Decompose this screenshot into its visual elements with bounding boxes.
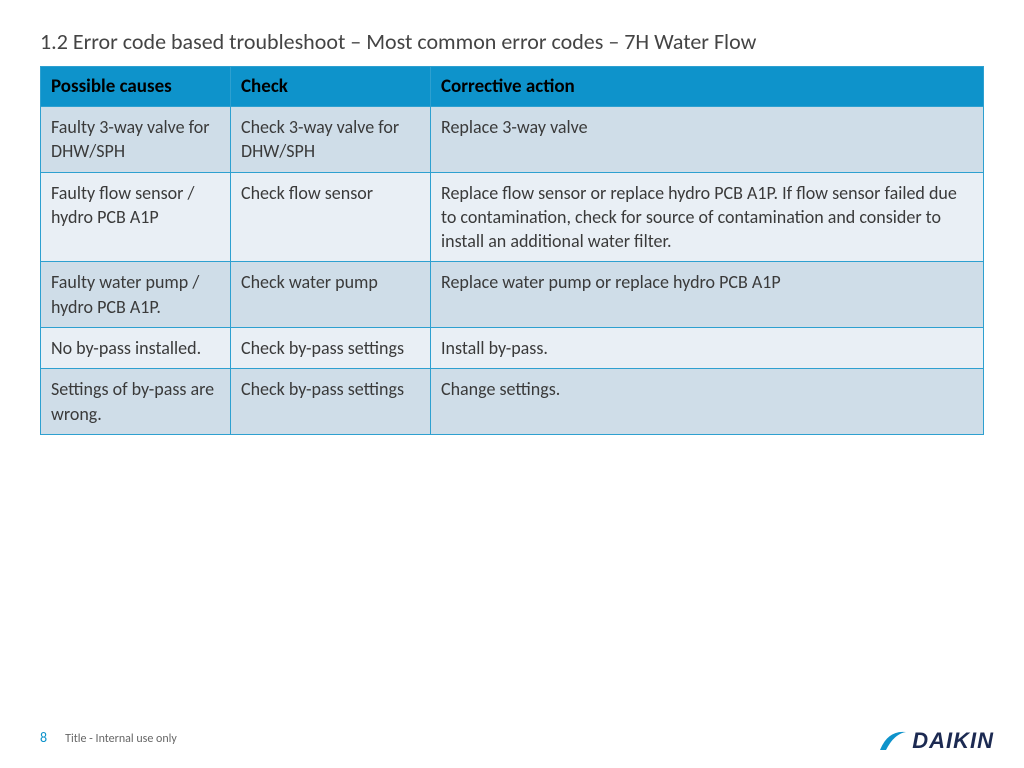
header-possible-causes: Possible causes — [41, 67, 231, 107]
cell-cause: Faulty 3-way valve for DHW/SPH — [41, 107, 231, 173]
troubleshoot-table: Possible causes Check Corrective action … — [40, 66, 984, 435]
cell-check: Check water pump — [231, 262, 431, 328]
cell-check: Check 3-way valve for DHW/SPH — [231, 107, 431, 173]
table-row: Faulty 3-way valve for DHW/SPH Check 3-w… — [41, 107, 984, 173]
table-row: Settings of by-pass are wrong. Check by-… — [41, 369, 984, 435]
table-row: No by-pass installed. Check by-pass sett… — [41, 328, 984, 369]
cell-check: Check by-pass settings — [231, 369, 431, 435]
troubleshoot-table-wrap: Possible causes Check Corrective action … — [40, 66, 984, 435]
slide: 1.2 Error code based troubleshoot – Most… — [0, 0, 1024, 768]
daikin-swoosh-icon — [878, 728, 908, 754]
cell-action: Replace 3-way valve — [431, 107, 984, 173]
cell-cause: No by-pass installed. — [41, 328, 231, 369]
cell-cause: Faulty flow sensor / hydro PCB A1P — [41, 172, 231, 262]
cell-action: Change settings. — [431, 369, 984, 435]
header-corrective-action: Corrective action — [431, 67, 984, 107]
brand-logo: DAIKIN — [878, 728, 994, 754]
table-header-row: Possible causes Check Corrective action — [41, 67, 984, 107]
page-number: 8 — [40, 729, 47, 746]
logo-text: DAIKIN — [912, 728, 994, 754]
table-row: Faulty flow sensor / hydro PCB A1P Check… — [41, 172, 984, 262]
table-row: Faulty water pump / hydro PCB A1P. Check… — [41, 262, 984, 328]
cell-cause: Faulty water pump / hydro PCB A1P. — [41, 262, 231, 328]
footer: 8 Title - Internal use only — [40, 729, 177, 746]
footer-text: Title - Internal use only — [65, 732, 177, 746]
cell-check: Check flow sensor — [231, 172, 431, 262]
header-check: Check — [231, 67, 431, 107]
cell-action: Replace water pump or replace hydro PCB … — [431, 262, 984, 328]
cell-cause: Settings of by-pass are wrong. — [41, 369, 231, 435]
cell-check: Check by-pass settings — [231, 328, 431, 369]
cell-action: Install by-pass. — [431, 328, 984, 369]
slide-title: 1.2 Error code based troubleshoot – Most… — [40, 28, 756, 55]
cell-action: Replace flow sensor or replace hydro PCB… — [431, 172, 984, 262]
